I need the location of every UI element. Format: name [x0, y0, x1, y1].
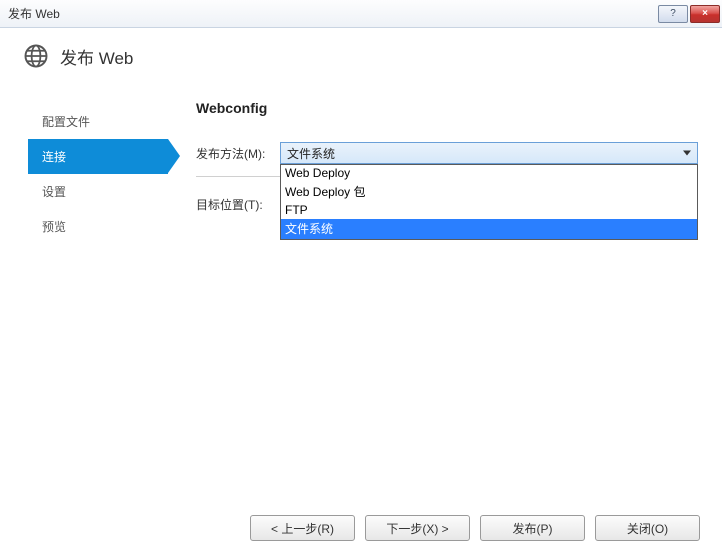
dropdown-option-web-deploy[interactable]: Web Deploy — [281, 165, 697, 182]
window-buttons: ? × — [658, 5, 720, 23]
sidebar-item-label: 配置文件 — [42, 115, 90, 129]
close-footer-button[interactable]: 关闭(O) — [595, 515, 700, 541]
content: 配置文件 连接 设置 预览 Webconfig 发布方法(M): 文件系统 We… — [0, 80, 722, 244]
dropdown-option-web-deploy-package[interactable]: Web Deploy 包 — [281, 182, 697, 202]
sidebar-item-label: 预览 — [42, 220, 66, 234]
sidebar-item-label: 设置 — [42, 185, 66, 199]
button-label: < 上一步(R) — [271, 520, 334, 537]
sidebar: 配置文件 连接 设置 预览 — [28, 100, 168, 244]
close-button[interactable]: × — [690, 5, 720, 23]
publish-button[interactable]: 发布(P) — [480, 515, 585, 541]
publish-method-dropdown: Web Deploy Web Deploy 包 FTP 文件系统 — [280, 164, 698, 240]
target-location-label: 目标位置(T): — [196, 196, 280, 213]
titlebar: 发布 Web ? × — [0, 0, 722, 28]
dropdown-option-ftp[interactable]: FTP — [281, 202, 697, 219]
close-icon: × — [702, 8, 708, 19]
section-title: Webconfig — [196, 100, 698, 116]
button-label: 下一步(X) > — [386, 520, 448, 537]
sidebar-item-connection[interactable]: 连接 — [28, 139, 168, 174]
main-panel: Webconfig 发布方法(M): 文件系统 Web Deploy Web D… — [196, 100, 698, 244]
next-button[interactable]: 下一步(X) > — [365, 515, 470, 541]
publish-method-combobox[interactable]: 文件系统 Web Deploy Web Deploy 包 FTP 文件系统 — [280, 142, 698, 164]
sidebar-item-label: 连接 — [42, 150, 66, 164]
sidebar-item-preview[interactable]: 预览 — [28, 209, 168, 244]
help-button[interactable]: ? — [658, 5, 688, 23]
button-label: 关闭(O) — [627, 520, 668, 537]
globe-icon — [22, 42, 50, 70]
dropdown-option-label: Web Deploy 包 — [285, 185, 365, 199]
dropdown-option-label: 文件系统 — [285, 222, 333, 236]
dialog-title: 发布 Web — [60, 44, 133, 69]
publish-method-label: 发布方法(M): — [196, 145, 280, 162]
publish-method-selected: 文件系统 — [287, 145, 335, 162]
footer-buttons: < 上一步(R) 下一步(X) > 发布(P) 关闭(O) — [250, 515, 700, 541]
help-icon: ? — [670, 8, 676, 19]
dropdown-option-file-system[interactable]: 文件系统 — [281, 219, 697, 239]
dropdown-option-label: FTP — [285, 203, 308, 217]
dropdown-option-label: Web Deploy — [285, 166, 350, 180]
sidebar-item-profile[interactable]: 配置文件 — [28, 104, 168, 139]
prev-button[interactable]: < 上一步(R) — [250, 515, 355, 541]
window-title: 发布 Web — [8, 5, 658, 22]
button-label: 发布(P) — [513, 520, 553, 537]
sidebar-item-settings[interactable]: 设置 — [28, 174, 168, 209]
publish-method-row: 发布方法(M): 文件系统 Web Deploy Web Deploy 包 FT… — [196, 142, 698, 164]
dialog-header: 发布 Web — [0, 28, 722, 80]
